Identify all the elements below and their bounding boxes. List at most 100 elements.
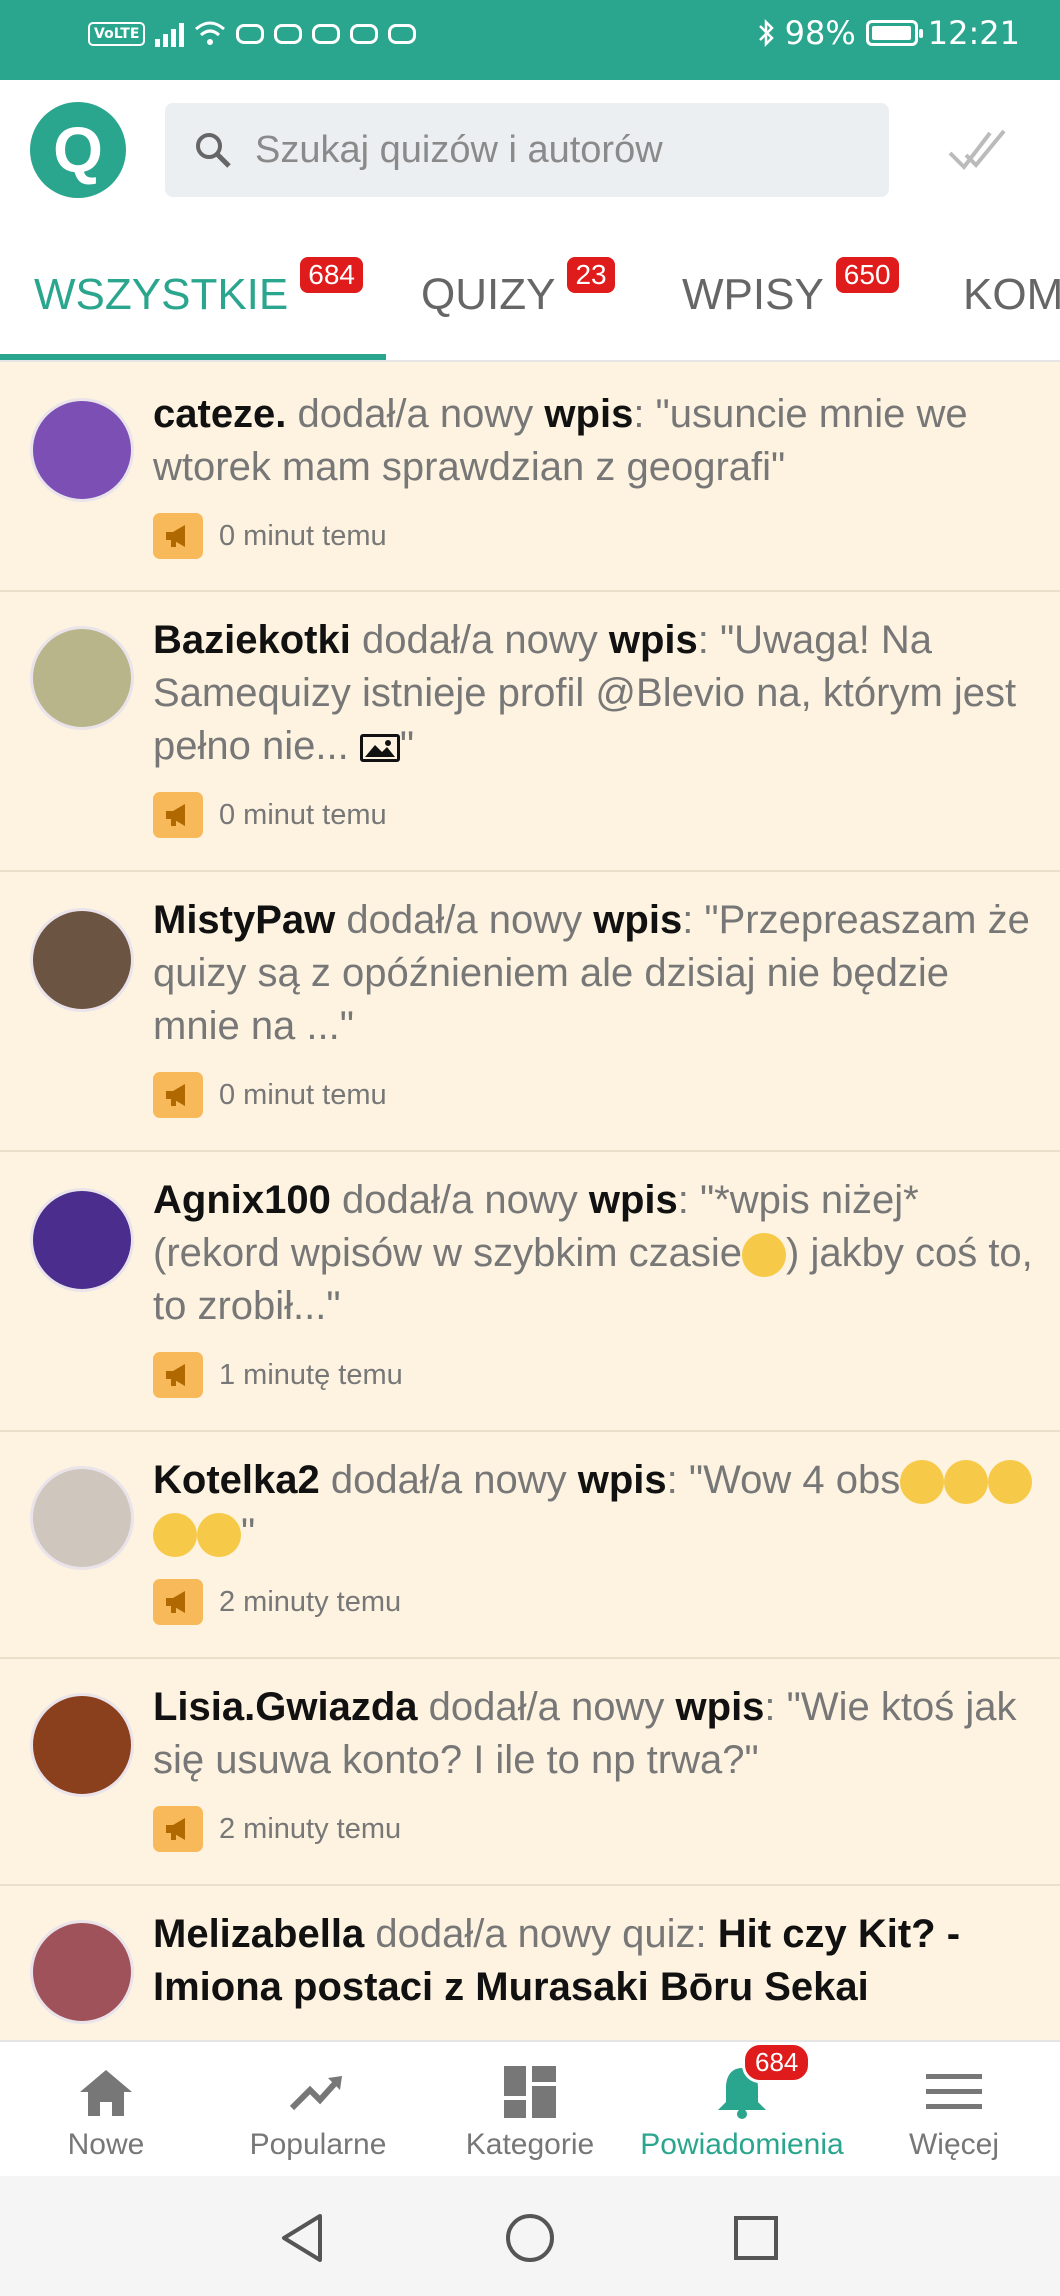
tab-badge: 684: [300, 257, 363, 293]
timestamp: 0 minut temu: [219, 1078, 387, 1111]
megaphone-icon: [153, 1806, 203, 1852]
home-circle-icon[interactable]: [504, 2212, 556, 2264]
username[interactable]: Melizabella: [153, 1912, 364, 1956]
username[interactable]: MistyPaw: [153, 898, 335, 942]
notification-text: cateze. dodał/a nowy wpis: "usuncie mnie…: [153, 392, 968, 489]
action-text: dodał/a nowy: [346, 898, 583, 942]
notification-text: Melizabella dodał/a nowy quiz: Hit czy K…: [153, 1908, 1036, 2014]
content-type: wpis: [588, 1178, 678, 1222]
avatar[interactable]: [30, 908, 134, 1012]
system-navigation-bar: [0, 2176, 1060, 2296]
list-item[interactable]: Agnix100 dodał/a nowy wpis: "*wpis niżej…: [0, 1152, 1060, 1432]
action-text: dodał/a nowy: [330, 1458, 567, 1502]
notification-meta: 1 minutę temu: [153, 1352, 403, 1398]
avatar[interactable]: [30, 1920, 134, 2024]
nav-label: Popularne: [249, 2128, 387, 2161]
action-text: dodał/a nowy: [297, 392, 534, 436]
game-notification-icon: [312, 24, 341, 44]
nav-new[interactable]: Nowe: [0, 2042, 212, 2178]
list-item[interactable]: Baziekotki dodał/a nowy wpis: "Uwaga! Na…: [0, 592, 1060, 872]
timestamp: 1 minutę temu: [219, 1358, 403, 1391]
game-notification-icon: [274, 24, 303, 44]
notification-text: Kotelka2 dodał/a nowy wpis: "Wow 4 obs": [153, 1454, 1036, 1560]
search-icon: [196, 133, 231, 168]
tab-posts[interactable]: WPISY 650: [682, 230, 899, 360]
notification-meta: 0 minut temu: [153, 1072, 387, 1118]
timestamp: 0 minut temu: [219, 798, 387, 831]
content-type: wpis: [675, 1685, 765, 1729]
tab-badge: 23: [567, 257, 615, 293]
megaphone-icon: [153, 1579, 203, 1625]
megaphone-icon: [153, 1352, 203, 1398]
nav-label: Nowe: [67, 2128, 145, 2161]
content-type: wpis: [544, 392, 634, 436]
bottom-navigation: Nowe Popularne Kategorie Powiadomienia 6…: [0, 2040, 1060, 2178]
content-type: wpis: [608, 618, 698, 662]
game-notification-icon: [350, 24, 379, 44]
notification-feed[interactable]: cateze. dodał/a nowy wpis: "usuncie mnie…: [0, 362, 1060, 2040]
recent-apps-icon[interactable]: [732, 2214, 780, 2262]
game-notification-icon: [236, 24, 265, 44]
avatar[interactable]: [30, 398, 134, 502]
bluetooth-icon: [758, 18, 774, 48]
megaphone-icon: [153, 792, 203, 838]
categories-icon: [504, 2066, 556, 2118]
avatar[interactable]: [30, 1188, 134, 1292]
username[interactable]: Agnix100: [153, 1178, 331, 1222]
nav-label: Powiadomienia: [640, 2128, 844, 2161]
back-icon[interactable]: [278, 2212, 328, 2264]
post-excerpt-end: ": [241, 1511, 256, 1555]
username[interactable]: cateze.: [153, 392, 286, 436]
trending-icon: [289, 2076, 342, 2111]
notification-text: Lisia.Gwiazda dodał/a nowy wpis: "Wie kt…: [153, 1685, 1017, 1782]
wifi-icon: [195, 21, 226, 45]
tab-label: WSZYSTKIE: [34, 270, 289, 319]
game-notification-icon: [388, 24, 417, 44]
tab-all[interactable]: WSZYSTKIE 684: [34, 230, 363, 360]
post-excerpt-end: ": [399, 724, 415, 768]
list-item[interactable]: Melizabella dodał/a nowy quiz: Hit czy K…: [0, 1886, 1060, 2040]
avatar[interactable]: [30, 1693, 134, 1797]
notification-text: MistyPaw dodał/a nowy wpis: "Przepreasza…: [153, 898, 1030, 1048]
avatar[interactable]: [30, 1466, 134, 1570]
notification-text: Agnix100 dodał/a nowy wpis: "*wpis niżej…: [153, 1178, 1033, 1328]
search-bar[interactable]: [165, 103, 889, 197]
avatar[interactable]: [30, 626, 134, 730]
tab-badge: 650: [835, 257, 899, 293]
list-item[interactable]: cateze. dodał/a nowy wpis: "usuncie mnie…: [0, 362, 1060, 592]
content-type: wpis: [577, 1458, 667, 1502]
notification-meta: 2 minuty temu: [153, 1579, 401, 1625]
username[interactable]: Baziekotki: [153, 618, 351, 662]
megaphone-icon: [153, 513, 203, 559]
timestamp: 2 minuty temu: [219, 1812, 402, 1845]
crying-emoji-icon: [197, 1513, 241, 1558]
search-input[interactable]: [253, 127, 857, 173]
home-icon: [80, 2070, 132, 2116]
username[interactable]: Lisia.Gwiazda: [153, 1685, 418, 1729]
notification-count-badge: 684: [742, 2042, 812, 2083]
megaphone-icon: [153, 1072, 203, 1118]
list-item[interactable]: Lisia.Gwiazda dodał/a nowy wpis: "Wie kt…: [0, 1659, 1060, 1886]
notification-meta: 0 minut temu: [153, 513, 387, 559]
notification-meta: 2 minuty temu: [153, 1806, 401, 1852]
post-excerpt: "Wow 4 obs: [688, 1458, 901, 1502]
status-bar: VoLTE 98% 12:21: [0, 0, 1060, 80]
tab-quizzes[interactable]: QUIZY 23: [421, 230, 615, 360]
app-header: Q: [0, 80, 1060, 230]
nav-popular[interactable]: Popularne: [212, 2042, 424, 2178]
laughing-emoji-icon: [742, 1233, 787, 1278]
nav-more[interactable]: Więcej: [848, 2042, 1060, 2178]
list-item[interactable]: Kotelka2 dodał/a nowy wpis: "Wow 4 obs" …: [0, 1432, 1060, 1659]
image-icon: [359, 734, 400, 763]
tab-comments[interactable]: KOM: [963, 230, 1060, 360]
action-text: dodał/a nowy: [428, 1685, 665, 1729]
nav-categories[interactable]: Kategorie: [424, 2042, 636, 2178]
timestamp: 0 minut temu: [219, 519, 387, 552]
app-logo[interactable]: Q: [30, 102, 126, 198]
crying-emoji-icon: [944, 1460, 989, 1505]
username[interactable]: Kotelka2: [153, 1458, 320, 1502]
mark-read-icon[interactable]: [948, 125, 1008, 175]
battery-icon: [865, 20, 923, 46]
battery-percent: 98%: [784, 14, 856, 52]
list-item[interactable]: MistyPaw dodał/a nowy wpis: "Przepreasza…: [0, 872, 1060, 1152]
